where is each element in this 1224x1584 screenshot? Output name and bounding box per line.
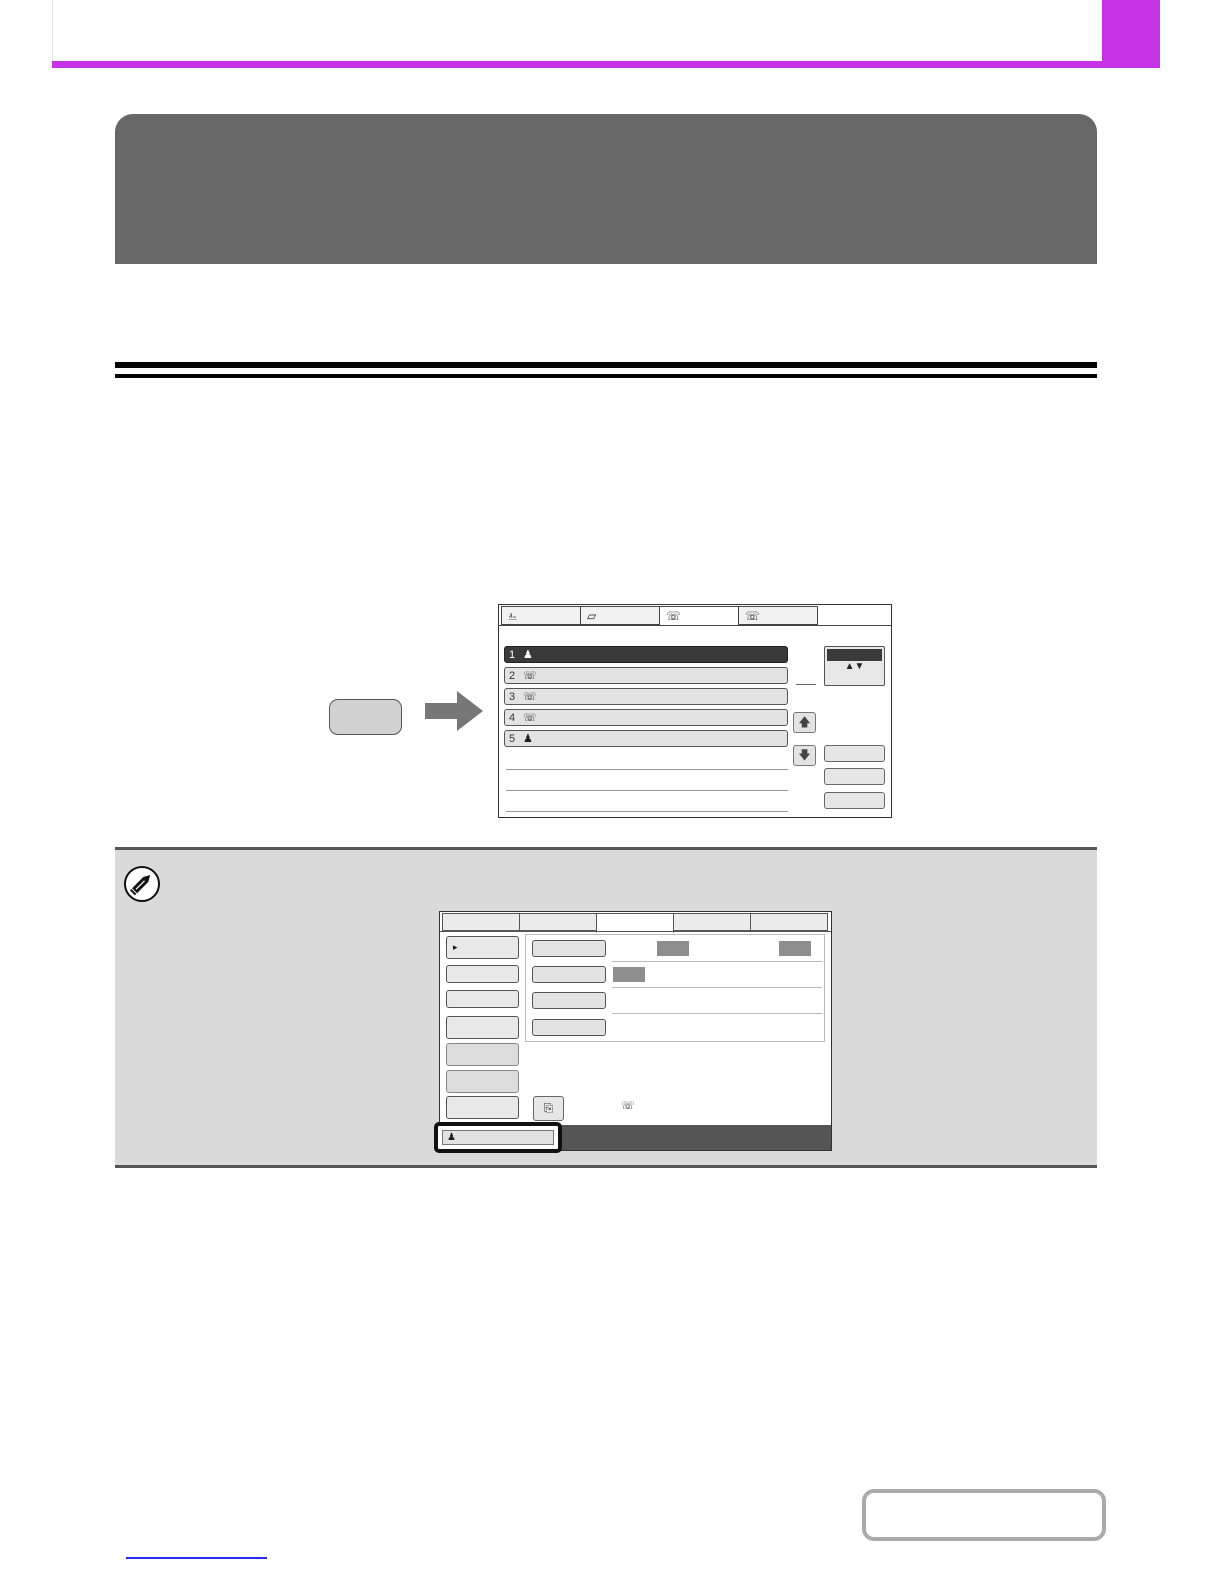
- address-book-key-highlight[interactable]: ♟: [434, 1122, 562, 1153]
- chapter-title-block: [115, 114, 1097, 264]
- left-button[interactable]: [446, 1070, 519, 1093]
- tab-internet-fax[interactable]: ☏: [738, 606, 818, 625]
- left-button[interactable]: [446, 1016, 519, 1039]
- entry-number: 1: [509, 649, 516, 661]
- section-rule-thin: [115, 374, 1097, 378]
- entry-number: 5: [509, 733, 516, 745]
- tab-copy[interactable]: ⎁: [501, 606, 581, 625]
- tab-divider: [440, 931, 831, 932]
- address-entry[interactable]: 1 ♟: [504, 646, 788, 663]
- left-button[interactable]: [446, 1096, 519, 1119]
- left-button[interactable]: [446, 1043, 519, 1066]
- pencil-icon: [124, 866, 160, 902]
- address-entry[interactable]: 4 ☏: [504, 709, 788, 726]
- tab-data-entry[interactable]: [750, 913, 828, 931]
- option-button[interactable]: [532, 940, 606, 957]
- sort-button-header: [827, 649, 882, 661]
- tab-divider: [499, 625, 891, 626]
- tab-copy[interactable]: [442, 913, 520, 931]
- address-entry[interactable]: 3 ☏: [504, 688, 788, 705]
- page-header: [52, 0, 1102, 68]
- group-icon: ♟: [523, 733, 533, 745]
- tab-scan[interactable]: ▱: [580, 606, 660, 625]
- phone-icon: ☏: [621, 1100, 635, 1112]
- phone-icon: ☏: [523, 670, 537, 682]
- left-button[interactable]: [446, 965, 519, 983]
- entry-number: 3: [509, 691, 516, 703]
- fax-base-screen-illustration: ▸ ⎘ ☏: [439, 911, 832, 1151]
- address-book-key[interactable]: ♟: [442, 1130, 554, 1145]
- row-divider: [612, 987, 822, 988]
- settings-panel: [525, 934, 825, 1042]
- right-arrow-icon: [425, 691, 483, 731]
- sort-button[interactable]: ▲▼: [824, 646, 885, 686]
- entry-number: 4: [509, 712, 516, 724]
- scan-tab-icon: ▱: [587, 609, 597, 623]
- preview-icon: ⎘: [543, 1101, 554, 1115]
- row-divider: [612, 961, 822, 962]
- tab-fax[interactable]: [596, 913, 674, 933]
- fax-tab-icon: ☏: [666, 609, 682, 623]
- option-button[interactable]: [532, 1019, 606, 1036]
- scroll-up-button[interactable]: 🡅: [793, 712, 816, 733]
- arrow-up-icon: 🡅: [798, 715, 811, 729]
- section-rule: [115, 362, 1097, 368]
- group-icon: ♟: [447, 1132, 456, 1143]
- tab-internet-fax[interactable]: [673, 913, 751, 931]
- empty-entry-line: [506, 790, 788, 791]
- value-chip: [779, 941, 811, 956]
- chapter-corner-tab[interactable]: [1102, 0, 1160, 68]
- value-chip: [657, 941, 689, 956]
- scroll-down-button[interactable]: 🡇: [793, 745, 816, 766]
- phone-icon: ☏: [523, 691, 537, 703]
- tab-scan[interactable]: [519, 913, 597, 931]
- option-button[interactable]: [532, 992, 606, 1009]
- caret-right-icon: ▸: [453, 942, 458, 952]
- internet-fax-tab-icon: ☏: [745, 609, 761, 623]
- phone-icon: ☏: [523, 712, 537, 724]
- value-chip: [613, 967, 645, 982]
- group-icon: ♟: [523, 649, 533, 661]
- contents-button[interactable]: [862, 1489, 1106, 1541]
- copy-tab-icon: ⎁: [508, 609, 518, 623]
- empty-entry-line: [506, 769, 788, 770]
- mode-button[interactable]: ▸: [446, 936, 519, 959]
- tab-fax[interactable]: ☏: [659, 606, 739, 626]
- preview-button[interactable]: ⎘: [533, 1096, 564, 1121]
- footer-link[interactable]: [126, 1557, 267, 1559]
- row-divider: [612, 1013, 822, 1014]
- address-book-screen-illustration: ⎁ ▱ ☏ ☏ 1 ♟ 2 ☏ 3 ☏ 4 ☏ 5 ♟ 🡅 🡇 ▲▼: [498, 604, 892, 818]
- separator: [796, 684, 816, 685]
- address-entry[interactable]: 2 ☏: [504, 667, 788, 684]
- hardware-key-illustration: [329, 699, 402, 735]
- left-button[interactable]: [446, 990, 519, 1008]
- side-button[interactable]: [824, 745, 885, 762]
- arrow-down-icon: 🡇: [798, 748, 811, 762]
- header-accent-rule: [52, 61, 1160, 68]
- empty-entry-line: [506, 811, 788, 812]
- side-button[interactable]: [824, 768, 885, 785]
- side-button[interactable]: [824, 792, 885, 809]
- address-entry[interactable]: 5 ♟: [504, 730, 788, 747]
- entry-number: 2: [509, 670, 516, 682]
- option-button[interactable]: [532, 966, 606, 983]
- sort-arrows-icon: ▲▼: [844, 661, 865, 672]
